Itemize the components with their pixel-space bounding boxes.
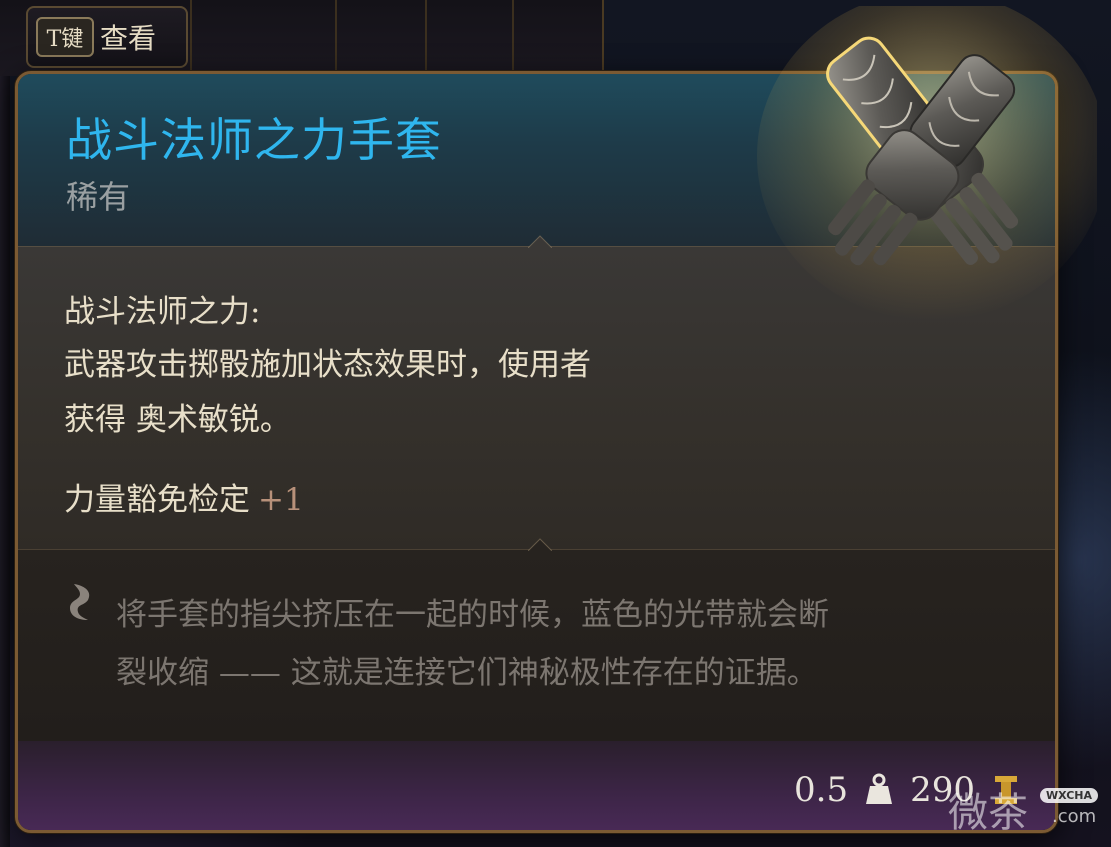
- left-panel-edge: [0, 76, 10, 847]
- item-rarity: 稀有: [66, 178, 131, 216]
- flavor-text: 将手套的指尖挤压在一起的时候，蓝色的光带就会断 裂收缩 —— 这就是连接它们神秘…: [116, 586, 1016, 702]
- divider-notch: [528, 234, 552, 248]
- inspect-key-hint[interactable]: T键 查看: [26, 6, 188, 68]
- key-cap: T键: [36, 17, 94, 57]
- stat-label: 力量豁免检定: [64, 482, 250, 518]
- key-hint-label: 查看: [100, 22, 157, 55]
- effect-description: 武器攻击掷骰施加状态效果时，使用者 获得 奥术敏锐。: [64, 338, 764, 448]
- effect-title: 战斗法师之力:: [64, 294, 261, 330]
- watermark-badge: WXCHA: [1040, 788, 1099, 803]
- flavor-line: 将手套的指尖挤压在一起的时候，蓝色的光带就会断: [116, 597, 829, 633]
- panel-divider: [512, 0, 514, 76]
- effect-description-line: 武器攻击掷骰施加状态效果时，使用者: [64, 347, 591, 383]
- item-name: 战斗法师之力手套: [66, 113, 442, 167]
- effect-description-line: 获得 奥术敏锐。: [64, 402, 291, 438]
- panel-divider: [190, 0, 192, 76]
- stat-bonus: +1: [258, 482, 304, 518]
- panel-divider: [425, 0, 427, 76]
- flavor-line: 裂收缩 —— 这就是连接它们神秘极性存在的证据。: [116, 655, 818, 691]
- quill-icon: [66, 582, 96, 622]
- weight-icon: [864, 772, 894, 808]
- divider-notch: [528, 537, 552, 551]
- item-tooltip: 战斗法师之力手套 稀有 战斗法师之力: 武器攻击掷骰施加状态效果时，使用者 获得…: [15, 71, 1058, 833]
- stat-line: 力量豁免检定 +1: [64, 474, 304, 519]
- item-weight: 0.5: [794, 770, 849, 810]
- watermark-chars: 微茶: [948, 790, 1028, 836]
- watermark-domain: .com: [1052, 806, 1097, 827]
- watermark-logo: 微茶 WXCHA .com: [948, 776, 1108, 840]
- panel-divider: [335, 0, 337, 76]
